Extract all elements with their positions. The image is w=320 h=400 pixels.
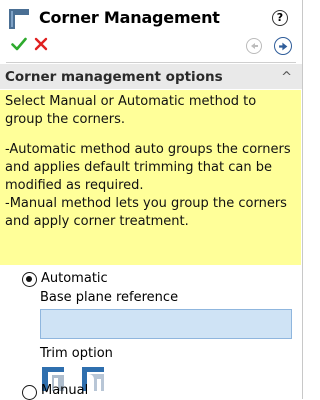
base-plane-input[interactable] xyxy=(40,309,292,339)
section-header[interactable]: Corner management options ^ xyxy=(0,64,302,89)
base-plane-label: Base plane reference xyxy=(40,290,179,305)
automatic-label: Automatic xyxy=(41,271,108,286)
help-icon[interactable]: ? xyxy=(272,10,288,26)
corner-management-icon xyxy=(9,9,29,29)
header-divider xyxy=(6,62,296,63)
panel-title: Corner Management xyxy=(39,8,220,27)
cancel-x-icon[interactable] xyxy=(34,37,48,51)
section-title: Corner management options xyxy=(5,69,223,85)
note-line-1: Select Manual or Automatic method to gro… xyxy=(5,94,257,127)
corner-management-panel: Corner Management ? Corner management op… xyxy=(0,0,303,400)
ok-check-icon[interactable] xyxy=(11,37,27,51)
back-arrow-icon[interactable] xyxy=(246,38,262,54)
note-line-3: -Manual method lets you group the corner… xyxy=(5,196,287,229)
forward-arrow-icon[interactable] xyxy=(274,37,292,55)
collapse-chevron-icon[interactable]: ^ xyxy=(281,70,292,85)
manual-radio[interactable] xyxy=(22,385,37,400)
manual-label: Manual xyxy=(41,383,89,398)
note-line-2: -Automatic method auto groups the corner… xyxy=(5,142,291,193)
automatic-radio[interactable] xyxy=(22,272,37,287)
info-note: Select Manual or Automatic method to gro… xyxy=(0,90,301,265)
trim-option-label: Trim option xyxy=(40,346,113,361)
